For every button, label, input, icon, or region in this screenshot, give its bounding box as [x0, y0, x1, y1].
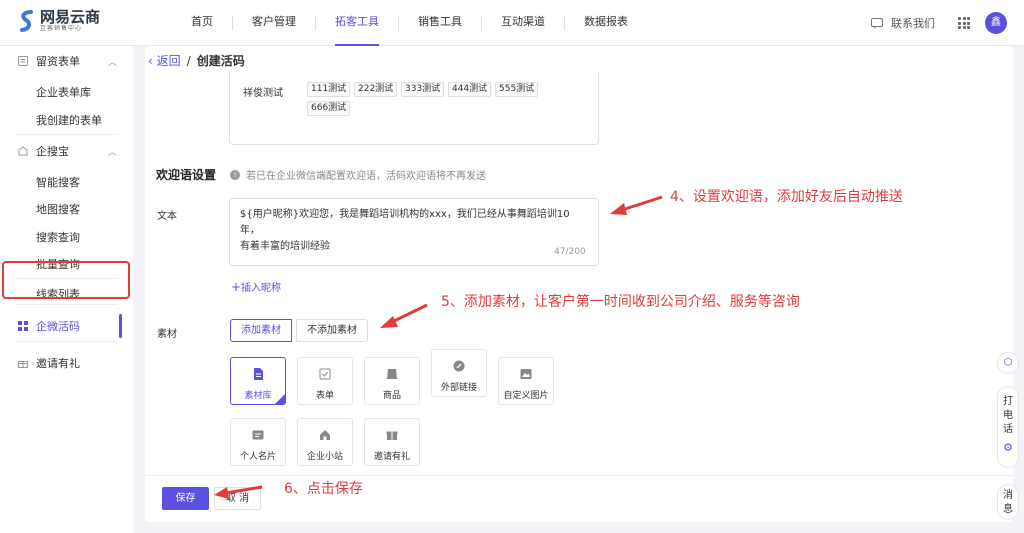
call-label-char: 话 [1003, 424, 1013, 435]
message-label-char: 息 [1003, 504, 1013, 515]
message-button[interactable]: 消 息 [997, 484, 1019, 520]
annotation-arrows [214, 195, 663, 499]
cube-icon: ⬡ [1003, 357, 1013, 368]
floating-cube-button[interactable]: ⬡ [997, 352, 1019, 374]
message-label-char: 消 [1003, 490, 1013, 501]
settings-icon: ⚙ [1003, 441, 1013, 454]
annotation-step-4: 4、设置欢迎语，添加好友后自动推送 [670, 189, 903, 205]
annotation-step-6: 6、点击保存 [284, 481, 363, 497]
call-label-char: 打 [1003, 396, 1013, 407]
call-label-char: 电 [1003, 410, 1013, 421]
annotation-step-5: 5、添加素材，让客户第一时间收到公司介绍、服务等咨询 [441, 294, 800, 310]
arrow-icon [214, 195, 663, 499]
call-button[interactable]: 打 电 话 ⚙ [997, 386, 1019, 468]
